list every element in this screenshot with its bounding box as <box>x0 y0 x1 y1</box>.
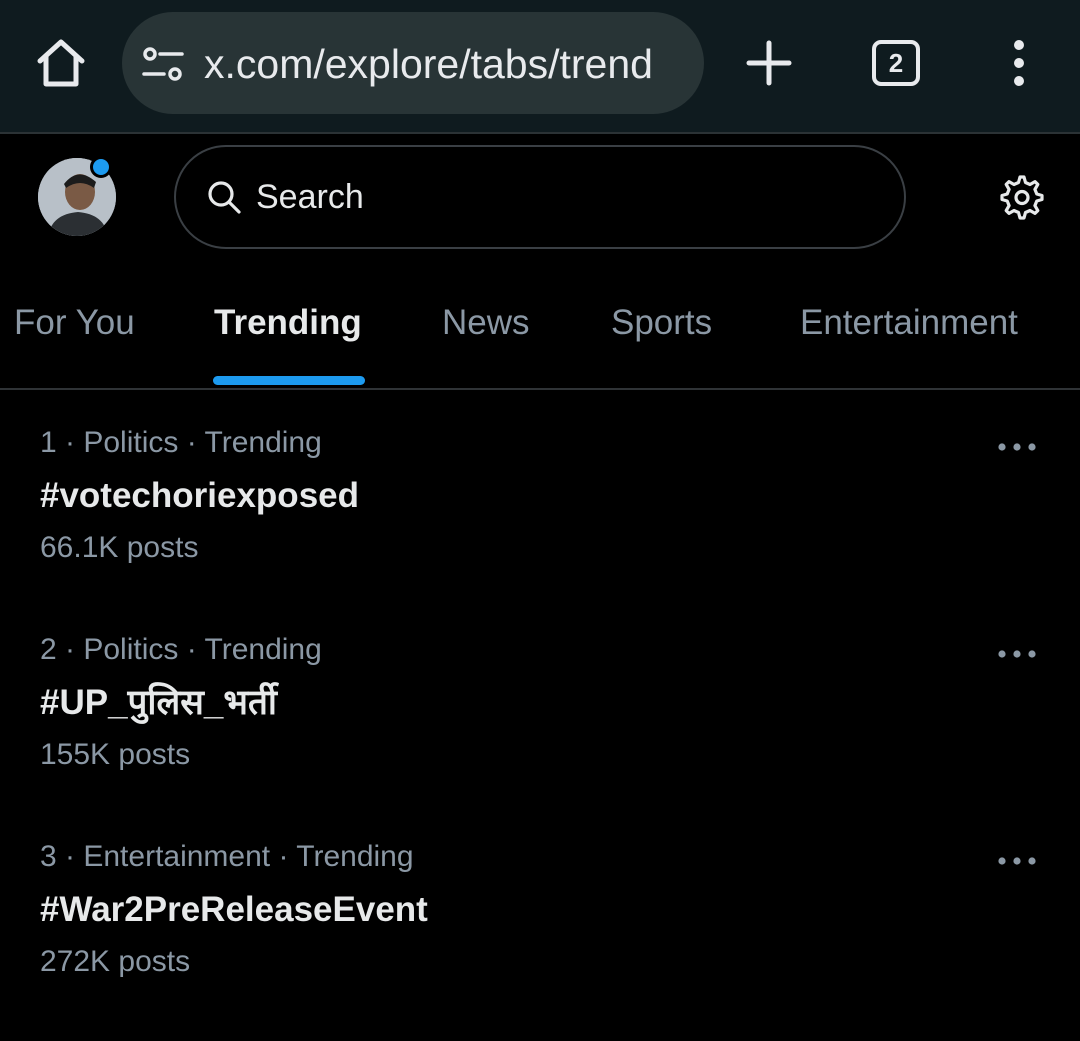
trend-post-count: 272K posts <box>40 945 191 978</box>
trend-category: Politics <box>83 426 179 459</box>
trend-title[interactable]: #votechoriexposed <box>40 473 359 519</box>
settings-button[interactable] <box>996 173 1044 221</box>
more-options-button[interactable] <box>996 849 1038 873</box>
url-text[interactable]: x.com/explore/tabs/trend <box>204 40 694 88</box>
more-options-button[interactable] <box>996 435 1038 459</box>
tab-trending[interactable]: Trending <box>214 300 362 346</box>
tab-for-you[interactable]: For You <box>14 300 135 346</box>
trend-item[interactable]: 3 · Entertainment · Trending #War2PreRel… <box>0 837 1080 1037</box>
tab-switcher-button[interactable]: 2 <box>872 40 920 86</box>
search-input[interactable]: Search <box>174 145 906 249</box>
tab-entertainment[interactable]: Entertainment <box>800 300 1018 346</box>
new-tab-button[interactable] <box>744 38 794 88</box>
trend-title[interactable]: #UP_पुलिस_भर्ती <box>40 680 277 726</box>
kebab-menu-icon <box>1014 40 1024 86</box>
plus-icon <box>746 40 792 86</box>
more-horizontal-icon <box>998 650 1036 658</box>
trend-category: Politics <box>83 633 179 666</box>
trend-status: Trending <box>204 426 322 459</box>
active-tab-indicator <box>213 376 365 385</box>
tabs-divider <box>0 388 1080 390</box>
gear-icon <box>1000 175 1044 220</box>
trend-category: Entertainment <box>83 840 271 873</box>
notification-dot <box>90 156 112 178</box>
trend-rank: 1 <box>40 426 57 459</box>
browser-toolbar: x.com/explore/tabs/trend 2 <box>0 0 1080 134</box>
home-button[interactable] <box>34 36 88 90</box>
trend-post-count: 155K posts <box>40 738 191 771</box>
trend-item[interactable]: 2 · Politics · Trending #UP_पुलिस_भर्ती … <box>0 630 1080 830</box>
trend-status: Trending <box>204 633 322 666</box>
trend-item[interactable]: 1 · Politics · Trending #votechoriexpose… <box>0 423 1080 623</box>
trend-post-count: 66.1K posts <box>40 531 199 564</box>
more-options-button[interactable] <box>996 642 1038 666</box>
trend-rank: 2 <box>40 633 57 666</box>
home-icon <box>37 39 85 87</box>
tab-count: 2 <box>888 47 904 78</box>
trend-rank: 3 <box>40 840 57 873</box>
address-bar[interactable]: x.com/explore/tabs/trend <box>122 12 704 114</box>
tab-sports[interactable]: Sports <box>611 300 712 346</box>
site-settings-icon[interactable] <box>142 46 184 82</box>
more-horizontal-icon <box>998 443 1036 451</box>
trend-status: Trending <box>296 840 414 873</box>
search-placeholder: Search <box>256 178 364 216</box>
trend-meta: 2 · Politics · Trending <box>40 633 322 666</box>
more-horizontal-icon <box>998 857 1036 865</box>
trend-meta: 1 · Politics · Trending <box>40 426 322 459</box>
trend-title[interactable]: #War2PreReleaseEvent <box>40 887 428 933</box>
tab-news[interactable]: News <box>442 300 530 346</box>
browser-menu-button[interactable] <box>1002 38 1036 88</box>
trend-meta: 3 · Entertainment · Trending <box>40 840 414 873</box>
search-icon <box>208 181 241 214</box>
